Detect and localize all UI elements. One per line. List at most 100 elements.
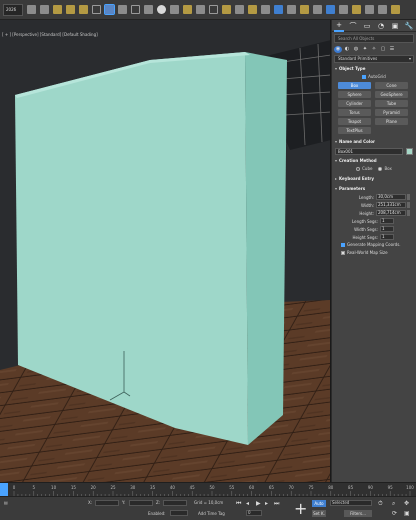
- prev-frame-icon[interactable]: ◂: [246, 500, 249, 507]
- pyramid-button[interactable]: Pyramid: [375, 109, 408, 116]
- undo-icon[interactable]: [27, 5, 36, 14]
- plane-button[interactable]: Plane: [375, 118, 408, 125]
- search-input[interactable]: Search All Objects: [334, 34, 414, 43]
- bind-icon[interactable]: [79, 5, 88, 14]
- play-icon[interactable]: ▶: [256, 500, 261, 507]
- curve-editor-icon[interactable]: [326, 5, 335, 14]
- tab-utilities[interactable]: 🔧: [404, 21, 414, 31]
- tube-button[interactable]: Tube: [375, 100, 408, 107]
- orbit-icon[interactable]: ⟳: [392, 510, 397, 517]
- selection-filter-icon[interactable]: [92, 5, 101, 14]
- pivot-icon[interactable]: [209, 5, 218, 14]
- width-segs-field[interactable]: 1: [380, 226, 394, 232]
- go-to-start-icon[interactable]: ⏮: [236, 500, 241, 508]
- named-selection-icon[interactable]: [274, 5, 283, 14]
- scale-icon[interactable]: [183, 5, 192, 14]
- material-editor-icon[interactable]: [352, 5, 361, 14]
- y-field[interactable]: [129, 500, 153, 506]
- select-object-icon[interactable]: [104, 4, 115, 15]
- tab-modify[interactable]: ⌒: [348, 21, 358, 31]
- align-icon[interactable]: [300, 5, 309, 14]
- tab-motion[interactable]: ◔: [376, 21, 386, 31]
- maximize-viewport-icon[interactable]: ▣: [404, 510, 410, 517]
- teapot-button[interactable]: Teapot: [338, 118, 371, 125]
- cube-radio[interactable]: Cube: [356, 165, 372, 173]
- generate-mapping-checkbox[interactable]: Generate Mapping Coords.: [332, 241, 416, 249]
- lights-icon[interactable]: ◍: [352, 46, 360, 53]
- go-to-end-icon[interactable]: ⏭: [274, 500, 279, 508]
- render-setup-icon[interactable]: [365, 5, 374, 14]
- time-config-icon[interactable]: ⏱: [378, 500, 383, 508]
- spinner-icon[interactable]: [407, 194, 410, 200]
- cylinder-button[interactable]: Cylinder: [338, 100, 371, 107]
- x-field[interactable]: [95, 500, 119, 506]
- add-time-tag[interactable]: Add Time Tag: [198, 511, 225, 516]
- helpers-icon[interactable]: ✧: [370, 46, 378, 53]
- space-warps-icon[interactable]: ▢: [379, 46, 387, 53]
- primitive-type-dropdown[interactable]: Standard Primitives ▾: [334, 55, 414, 63]
- next-frame-icon[interactable]: ▸: [265, 500, 268, 507]
- spinner-snap-icon[interactable]: [261, 5, 270, 14]
- geometry-icon[interactable]: ◉: [334, 45, 342, 53]
- selected-dropdown[interactable]: Selected: [330, 500, 372, 506]
- mirror-icon[interactable]: [287, 5, 296, 14]
- tab-create[interactable]: +: [334, 20, 344, 32]
- reference-coord-icon[interactable]: [196, 5, 205, 14]
- width-field[interactable]: 251,331cm: [376, 202, 406, 208]
- height-segs-field[interactable]: 1: [380, 234, 394, 240]
- select-by-name-icon[interactable]: [118, 5, 127, 14]
- window-crossing-icon[interactable]: [144, 5, 153, 14]
- time-slider-handle[interactable]: [0, 483, 8, 497]
- tab-display[interactable]: ▣: [390, 21, 400, 31]
- render-icon[interactable]: [391, 5, 400, 14]
- cameras-icon[interactable]: ✦: [361, 46, 369, 53]
- box-button[interactable]: Box: [338, 82, 371, 89]
- length-segs-field[interactable]: 1: [380, 218, 394, 224]
- height-field[interactable]: 208,714cm: [376, 210, 406, 216]
- current-frame-field[interactable]: 0: [246, 510, 262, 516]
- zoom-icon[interactable]: ⌕: [392, 500, 395, 508]
- sphere-button[interactable]: Sphere: [338, 91, 371, 98]
- workspace-dropdown[interactable]: 2026: [3, 3, 23, 16]
- percent-snap-icon[interactable]: [248, 5, 257, 14]
- time-slider[interactable]: 0 5 10 15 20 25 30 35 40 45 50 55 60 65 70 75 80 85 90 95 10…: [0, 482, 416, 497]
- real-world-map-checkbox[interactable]: Real-World Map Size: [332, 249, 416, 257]
- snap-icon[interactable]: [222, 5, 231, 14]
- maxscript-listener-icon[interactable]: ▤: [4, 500, 8, 505]
- spinner-icon[interactable]: [407, 202, 410, 208]
- schematic-icon[interactable]: [339, 5, 348, 14]
- perspective-viewport[interactable]: [ + ] [Perspective] [Standard] [Default …: [0, 20, 331, 482]
- length-field[interactable]: 30,0cm: [376, 194, 406, 200]
- enabled-field[interactable]: [170, 510, 188, 516]
- parameters-rollout-header[interactable]: ▾ Parameters: [332, 185, 416, 193]
- object-name-field[interactable]: Box001: [335, 148, 403, 155]
- set-key-button[interactable]: Set K.: [312, 510, 326, 517]
- torus-button[interactable]: Torus: [338, 109, 371, 116]
- layer-explorer-icon[interactable]: [313, 5, 322, 14]
- tab-hierarchy[interactable]: ▭: [362, 21, 372, 31]
- rotate-icon[interactable]: [170, 5, 179, 14]
- systems-icon[interactable]: ☰: [388, 46, 396, 53]
- render-frame-icon[interactable]: [378, 5, 387, 14]
- geosphere-button[interactable]: GeoSphere: [375, 91, 408, 98]
- spinner-icon[interactable]: [407, 210, 410, 216]
- viewport-label[interactable]: [ + ] [Perspective] [Standard] [Default …: [2, 32, 98, 37]
- unlink-icon[interactable]: [66, 5, 75, 14]
- pan-icon[interactable]: ✥: [404, 500, 409, 507]
- creation-method-rollout-header[interactable]: ▾ Creation Method: [332, 157, 416, 165]
- autogrid-checkbox[interactable]: AutoGrid: [332, 73, 416, 80]
- auto-key-button[interactable]: Auto: [312, 500, 326, 507]
- shapes-icon[interactable]: ◐: [343, 46, 351, 53]
- cone-button[interactable]: Cone: [375, 82, 408, 89]
- z-field[interactable]: [163, 500, 187, 506]
- name-color-rollout-header[interactable]: ▾ Name and Color: [332, 138, 416, 146]
- textplus-button[interactable]: TextPlus: [338, 127, 371, 134]
- object-type-rollout-header[interactable]: ▾ Object Type: [332, 65, 416, 73]
- rect-selection-icon[interactable]: [131, 5, 140, 14]
- keyboard-entry-rollout-header[interactable]: ▸ Keyboard Entry: [332, 175, 416, 183]
- angle-snap-icon[interactable]: [235, 5, 244, 14]
- filters-button[interactable]: Filters...: [344, 510, 372, 517]
- link-icon[interactable]: [53, 5, 62, 14]
- move-icon[interactable]: [157, 5, 166, 14]
- object-color-swatch[interactable]: [406, 148, 413, 155]
